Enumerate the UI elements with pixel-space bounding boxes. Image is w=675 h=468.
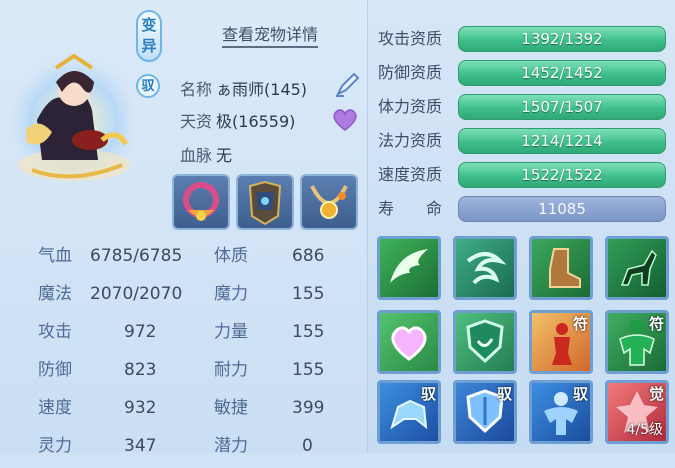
pet-aptitude-row: 天资 极(16559) [180, 108, 295, 132]
quality-label: 法力资质 [378, 131, 443, 150]
stat-row: 魔法 2070/2070 魔力 155 [0, 278, 367, 316]
whirlwind-skill-icon [466, 252, 507, 285]
quality-bar: 1507/1507 [458, 94, 666, 120]
skill-slot[interactable]: 驭 [377, 380, 441, 444]
stat-row: 攻击 972 力量 155 [0, 316, 367, 354]
stat-label: 力量 [214, 322, 248, 342]
wing-skill-icon [390, 249, 428, 283]
stat-row: 速度 932 敏捷 399 [0, 392, 367, 430]
pet-name-row: 名称 ぁ雨师(145) [180, 76, 307, 100]
name-label: 名称 [180, 80, 213, 99]
skill-slot[interactable] [605, 236, 669, 300]
skill-slot[interactable] [377, 236, 441, 300]
ride-badge: 驭 [420, 385, 436, 403]
stat-label: 灵力 [38, 436, 72, 456]
stat-row: 防御 823 耐力 155 [0, 354, 367, 392]
equip-slot-necklace[interactable] [300, 174, 358, 230]
stat-value: 6785/6785 [90, 246, 183, 266]
stat-value: 155 [292, 322, 325, 342]
shield-skill-icon [466, 319, 504, 364]
aptitude-label: 天资 [180, 112, 213, 131]
armor-icon [248, 180, 282, 226]
stat-label: 体质 [214, 246, 248, 266]
equip-slot-armor[interactable] [236, 174, 294, 230]
lifespan-row: 寿 命 11085 [378, 196, 670, 222]
stat-value: 399 [292, 398, 325, 418]
stat-label: 防御 [38, 360, 72, 380]
ride-badge: 驭 [496, 385, 512, 403]
skill-slot[interactable]: 觉 4/5级 [605, 380, 669, 444]
stat-value: 823 [124, 360, 157, 380]
pet-portrait [8, 20, 140, 190]
stat-label: 魔法 [38, 284, 72, 304]
skill-slot[interactable]: 驭 [453, 380, 517, 444]
heart-skill-icon [391, 326, 427, 361]
ride-badge: 驭 [572, 385, 588, 403]
quality-label: 攻击资质 [378, 29, 443, 48]
talisman-badge: 符 [648, 315, 664, 333]
edit-pen-icon[interactable] [334, 72, 360, 102]
necklace-icon [310, 185, 348, 219]
stat-label: 攻击 [38, 322, 72, 342]
quality-row: 速度资质 1522/1522 [378, 162, 670, 188]
skill-slot[interactable] [377, 310, 441, 374]
stat-value: 155 [292, 284, 325, 304]
stat-label: 魔力 [214, 284, 248, 304]
quality-row: 防御资质 1452/1452 [378, 60, 670, 86]
mutation-badge: 变异 [136, 10, 162, 62]
stat-value: 972 [124, 322, 157, 342]
lifespan-bar: 11085 [458, 196, 666, 222]
stat-label: 敏捷 [214, 398, 248, 418]
skill-slot[interactable] [453, 236, 517, 300]
pet-bloodline-value: 无 [216, 146, 233, 165]
stat-row: 气血 6785/6785 体质 686 [0, 240, 367, 278]
bloodline-label: 血脉 [180, 146, 213, 165]
quality-label: 防御资质 [378, 63, 443, 82]
quality-bar: 1214/1214 [458, 128, 666, 154]
collar-icon [183, 182, 219, 221]
skill-slot[interactable]: 符 [605, 310, 669, 374]
awaken-level: 4/5级 [626, 422, 663, 438]
quality-label: 体力资质 [378, 97, 443, 116]
pet-name-value: ぁ雨师(145) [216, 80, 308, 99]
skill-slot[interactable]: 符 [529, 310, 593, 374]
ride-badge[interactable]: 驭 [136, 74, 160, 98]
quality-row: 体力资质 1507/1507 [378, 94, 670, 120]
quality-label: 速度资质 [378, 165, 443, 184]
stat-label: 速度 [38, 398, 72, 418]
quality-row: 攻击资质 1392/1392 [378, 26, 670, 52]
skill-slot[interactable] [453, 310, 517, 374]
talisman-badge: 符 [572, 315, 588, 333]
stat-label: 潜力 [214, 436, 248, 456]
equip-slot-collar[interactable] [172, 174, 230, 230]
quality-row: 法力资质 1214/1214 [378, 128, 670, 154]
stat-row: 灵力 347 潜力 0 [0, 430, 367, 468]
pet-bloodline-row: 血脉无 [180, 142, 232, 166]
skill-slot[interactable]: 驭 [529, 380, 593, 444]
pet-aptitude-value: 极(16559) [216, 112, 296, 131]
quality-bar: 1392/1392 [458, 26, 666, 52]
boot-skill-icon [549, 248, 581, 288]
skill-slot[interactable] [529, 236, 593, 300]
quality-label: 寿 命 [378, 199, 443, 218]
deer-skill-icon [620, 249, 657, 286]
awaken-badge: 觉 [648, 385, 664, 403]
stat-label: 气血 [38, 246, 72, 266]
quality-bar: 1522/1522 [458, 162, 666, 188]
stat-value: 932 [124, 398, 157, 418]
stat-label: 耐力 [214, 360, 248, 380]
stat-value: 2070/2070 [90, 284, 183, 304]
heart-icon[interactable] [332, 108, 358, 136]
view-pet-details-link[interactable]: 查看宠物详情 [222, 26, 319, 48]
stat-value: 686 [292, 246, 325, 266]
stat-value: 347 [124, 436, 157, 456]
stat-value: 155 [292, 360, 325, 380]
quality-bar: 1452/1452 [458, 60, 666, 86]
stat-value: 0 [302, 436, 313, 456]
